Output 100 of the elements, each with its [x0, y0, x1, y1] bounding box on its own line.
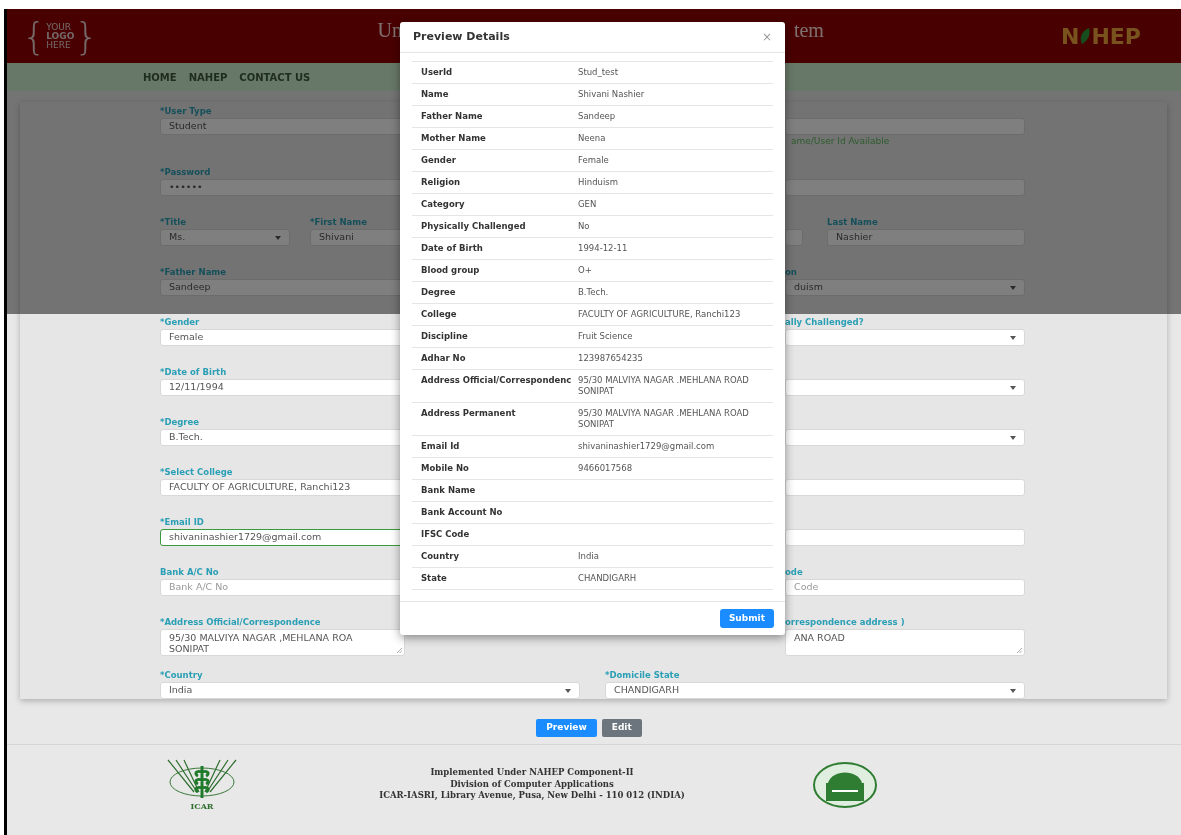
resize-handle-icon[interactable] — [1017, 648, 1022, 653]
detail-value: 95/30 MALVIYA NAGAR .MEHLANA ROAD SONIPAT — [578, 408, 750, 430]
institute-emblem-icon — [812, 760, 878, 809]
detail-label: Gender — [420, 155, 457, 166]
footer-text: ICAR-IASRI, Library Avenue, Pusa, New Delhi - 110 012 (INDIA) — [379, 790, 685, 802]
detail-value: No — [578, 221, 591, 232]
text-field[interactable]: Nashier — [827, 229, 1025, 246]
detail-label: Physically Challenged — [420, 221, 527, 232]
caret-down-icon — [1010, 688, 1016, 693]
field-label: *Domicile State — [605, 669, 681, 681]
detail-value: Shivani Nashier — [578, 89, 646, 100]
detail-value: CHANDIGARH — [578, 573, 638, 584]
field-label: Last Name — [827, 216, 879, 228]
detail-value: GEN — [578, 199, 598, 210]
close-button[interactable]: × — [761, 31, 772, 43]
logo-text: YOUR — [46, 22, 73, 32]
text-field[interactable] — [785, 529, 1025, 546]
logo-text: ICAR — [190, 802, 214, 811]
nav-link[interactable]: CONTACT US — [239, 69, 311, 85]
detail-label: Email Id — [420, 441, 461, 452]
detail-value: Female — [578, 155, 610, 166]
detail-label: Adhar No — [420, 353, 467, 364]
text-field[interactable] — [785, 479, 1025, 496]
detail-value: Stud_test — [578, 67, 620, 78]
select-field[interactable]: India — [160, 682, 580, 699]
detail-label: Address Official/Correspondenc — [420, 375, 573, 387]
submit-button[interactable]: Submit — [719, 609, 774, 628]
caret-down-icon — [1010, 285, 1016, 290]
availability-message: ame/User Id Available — [790, 136, 891, 146]
detail-label: Category — [420, 199, 466, 210]
edit-button[interactable]: Edit — [601, 719, 642, 737]
detail-value: 9466017568 — [578, 463, 634, 474]
logo-brace: { — [22, 16, 47, 56]
preview-button[interactable]: Preview — [536, 719, 597, 737]
text-field[interactable] — [785, 179, 1025, 196]
detail-label: Bank Account No — [420, 507, 504, 518]
text-field[interactable] — [785, 229, 803, 246]
detail-label: Country — [420, 551, 460, 562]
detail-label: State — [420, 573, 448, 584]
logo-text: LOGO — [46, 31, 75, 41]
detail-value: Fruit Science — [578, 331, 634, 342]
text-field[interactable] — [785, 118, 1025, 135]
nav-link[interactable]: NAHEP — [188, 69, 228, 85]
field-label: Bank A/C No — [160, 566, 220, 578]
detail-label: UserId — [420, 67, 454, 78]
detail-label: Bank Name — [420, 485, 477, 496]
field-label: *Password — [160, 166, 212, 178]
detail-label: IFSC Code — [420, 529, 471, 540]
detail-value: FACULTY OF AGRICULTURE, Ranchi123 — [578, 309, 742, 320]
detail-value: B.Tech. — [578, 287, 610, 298]
detail-value: O+ — [578, 265, 593, 276]
detail-value: Sandeep — [578, 111, 617, 122]
brand-text: N — [1061, 22, 1080, 51]
logo-text: HERE — [46, 40, 72, 50]
field-label: *Gender — [160, 316, 201, 328]
field-label: *Date of Birth — [160, 366, 228, 378]
detail-value: 123987654235 — [578, 353, 644, 364]
detail-value: Hinduism — [578, 177, 619, 188]
field-label: orrespondence address ) — [785, 616, 906, 628]
detail-label: Religion — [420, 177, 462, 188]
detail-value: 95/30 MALVIYA NAGAR .MEHLANA ROAD SONIPAT — [578, 375, 750, 397]
nav-link[interactable]: HOME — [143, 69, 177, 85]
caret-down-icon — [1010, 385, 1016, 390]
select-field[interactable]: CHANDIGARH — [605, 682, 1025, 699]
caret-down-icon — [1010, 335, 1016, 340]
site-title: tem — [793, 18, 824, 43]
select-field[interactable] — [785, 329, 1025, 346]
detail-value: 1994-12-11 — [578, 243, 629, 254]
detail-label: Mother Name — [420, 133, 487, 144]
caret-down-icon — [275, 235, 281, 240]
text-area[interactable]: ANA ROAD — [785, 629, 1025, 656]
field-label: *Father Name — [160, 266, 227, 278]
resize-handle-icon[interactable] — [397, 648, 402, 653]
field-label: *Title — [160, 216, 187, 228]
field-label: *Degree — [160, 416, 201, 428]
select-field[interactable] — [785, 379, 1025, 396]
logo-brace: } — [74, 16, 99, 56]
select-field[interactable]: duism — [785, 279, 1025, 296]
detail-label: College — [420, 309, 458, 320]
field-label: ode — [785, 566, 804, 578]
detail-value: shivaninashier1729@gmail.com — [578, 441, 716, 452]
detail-label: Name — [420, 89, 450, 100]
field-label: *Select College — [160, 466, 234, 478]
caret-down-icon — [1010, 435, 1016, 440]
detail-value: India — [578, 551, 600, 562]
select-field[interactable] — [785, 429, 1025, 446]
dialog-title: Preview Details — [413, 28, 510, 45]
field-label: *User Type — [160, 105, 213, 117]
detail-label: Address Permanent — [420, 408, 517, 420]
field-label: on — [785, 266, 798, 278]
detail-label: Blood group — [420, 265, 481, 276]
field-label: ally Challenged? — [785, 316, 865, 328]
detail-label: Degree — [420, 287, 457, 298]
text-area[interactable]: 95/30 MALVIYA NAGAR ,MEHLANA ROA SONIPAT — [160, 629, 405, 656]
detail-label: Date of Birth — [420, 243, 484, 254]
detail-label: Mobile No — [420, 463, 470, 474]
field-label: *Address Official/Correspondence — [160, 616, 322, 628]
text-field[interactable]: Code — [785, 579, 1025, 596]
field-label: *Email ID — [160, 516, 205, 528]
select-field[interactable]: Ms. — [160, 229, 290, 246]
